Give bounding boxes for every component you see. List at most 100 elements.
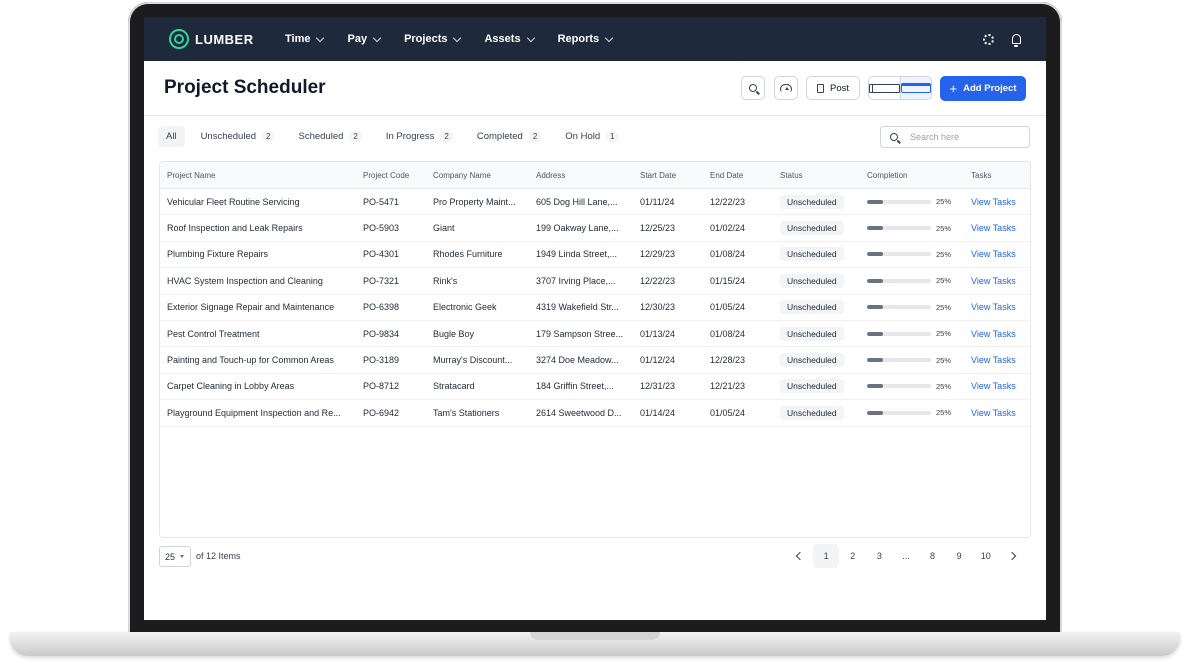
table-row[interactable]: Playground Equipment Inspection and Re..… (160, 399, 1030, 427)
project-code-cell: PO-9834 (356, 320, 426, 348)
next-page-button[interactable] (999, 544, 1025, 568)
column-header-end-date[interactable]: End Date (703, 162, 773, 189)
add-project-button[interactable]: + Add Project (940, 76, 1026, 101)
upload-button[interactable] (774, 76, 798, 100)
table-view-button[interactable] (869, 77, 900, 99)
table-row[interactable]: Painting and Touch-up for Common Areas PO… (160, 346, 1030, 374)
chevron-down-icon (526, 33, 535, 42)
project-name-cell: Roof Inspection and Leak Repairs (160, 214, 356, 242)
column-header-project-code[interactable]: Project Code (356, 162, 426, 189)
page-8-button[interactable]: 8 (920, 544, 946, 568)
table-row[interactable]: Pest Control Treatment PO-9834 Bugle Boy 17… (160, 320, 1030, 348)
status-filter-tabs: All Unscheduled 2 Scheduled 2 In Progress 2 Com… (158, 126, 635, 147)
completion-percent: 25% (936, 223, 952, 233)
nav-item-label: Reports (557, 33, 600, 45)
status-badge: Unscheduled (780, 247, 844, 262)
view-tasks-link[interactable]: View Tasks (971, 302, 1016, 312)
status-badge: Unscheduled (780, 326, 844, 341)
completion-cell: 25% (860, 294, 964, 321)
bell-icon[interactable] (1012, 34, 1021, 47)
project-code-cell: PO-5471 (356, 188, 426, 216)
completion-progress: 25% (867, 276, 964, 285)
gear-icon[interactable] (983, 33, 994, 45)
tasks-cell: View Tasks (964, 399, 1030, 427)
nav-item-assets[interactable]: Assets (484, 33, 535, 45)
completion-cell: 25% (860, 346, 964, 374)
search-button[interactable] (741, 76, 765, 100)
project-name-cell: HVAC System Inspection and Cleaning (160, 267, 356, 295)
view-tasks-link[interactable]: View Tasks (971, 197, 1016, 207)
tasks-cell: View Tasks (964, 214, 1030, 242)
column-header-start-date[interactable]: Start Date (633, 162, 703, 189)
completion-percent: 25% (936, 197, 952, 207)
nav-item-time[interactable]: Time (285, 33, 325, 45)
view-tasks-link[interactable]: View Tasks (971, 408, 1016, 418)
view-tasks-link[interactable]: View Tasks (971, 355, 1016, 365)
page-1-button[interactable]: 1 (813, 544, 840, 568)
pagination-ellipsis: ... (902, 551, 910, 561)
address-cell: 179 Sampson Stree... (529, 320, 633, 348)
table-row[interactable]: Vehicular Fleet Routine Servicing PO-5471… (160, 188, 1030, 216)
post-button[interactable]: Post (806, 76, 860, 100)
view-tasks-link[interactable]: View Tasks (971, 249, 1016, 259)
table-row[interactable]: Plumbing Fixture Repairs PO-4301 Rhodes Fu… (160, 241, 1030, 269)
progress-bar-fill (867, 199, 883, 204)
status-cell: Unscheduled (773, 399, 860, 427)
page-10-button[interactable]: 10 (973, 544, 999, 568)
column-header-completion[interactable]: Completion (860, 162, 964, 189)
column-header-address[interactable]: Address (529, 162, 633, 189)
page-header: Project Scheduler Post + Add Project (144, 61, 1046, 116)
status-cell: Unscheduled (773, 294, 860, 321)
end-date-cell: 12/21/23 (703, 373, 773, 401)
table-row[interactable]: Exterior Signage Repair and Maintenance P… (160, 294, 1030, 321)
company-name-cell: Electronic Geek (426, 294, 529, 321)
status-cell: Unscheduled (773, 346, 860, 374)
view-tasks-link[interactable]: View Tasks (971, 223, 1016, 233)
page-9-button[interactable]: 9 (946, 544, 972, 568)
table-row[interactable]: HVAC System Inspection and Cleaning PO-73… (160, 267, 1030, 295)
tab-all[interactable]: All (158, 126, 185, 147)
tab-unscheduled[interactable]: Unscheduled 2 (193, 126, 283, 147)
address-cell: 4319 Wakefield Str... (529, 294, 633, 321)
start-date-cell: 12/31/23 (633, 373, 703, 401)
column-header-tasks[interactable]: Tasks (964, 162, 1030, 189)
table-row[interactable]: Carpet Cleaning in Lobby Areas PO-8712 Str… (160, 373, 1030, 401)
tab-completed[interactable]: Completed 2 (469, 126, 549, 147)
laptop-base (10, 632, 1180, 656)
status-badge: Unscheduled (780, 379, 844, 394)
progress-bar-fill (867, 252, 883, 257)
project-name-cell: Vehicular Fleet Routine Servicing (160, 188, 356, 216)
plus-icon: + (949, 81, 958, 96)
tab-scheduled[interactable]: Scheduled 2 (290, 126, 369, 147)
view-tasks-link[interactable]: View Tasks (971, 329, 1016, 339)
start-date-cell: 01/13/24 (633, 320, 703, 348)
column-header-company-name[interactable]: Company Name (426, 162, 529, 189)
brand-name: LUMBER (195, 31, 254, 47)
previous-page-button[interactable] (787, 544, 813, 568)
tab-in-progress[interactable]: In Progress 2 (378, 126, 461, 147)
search-input[interactable] (908, 131, 1022, 143)
chevron-down-icon (372, 33, 382, 42)
completion-cell: 25% (860, 188, 964, 216)
column-header-project-name[interactable]: Project Name (160, 162, 356, 189)
completion-progress: 25% (867, 197, 964, 206)
page-size-select[interactable]: 25 (159, 546, 191, 567)
page-3-button[interactable]: 3 (866, 544, 892, 568)
status-cell: Unscheduled (773, 320, 860, 348)
table-row[interactable]: Roof Inspection and Leak Repairs PO-5903 G… (160, 214, 1030, 242)
completion-cell: 25% (860, 399, 964, 427)
company-name-cell: Stratacard (426, 373, 529, 401)
column-header-status[interactable]: Status (773, 162, 860, 189)
page-2-button[interactable]: 2 (840, 544, 866, 568)
nav-item-projects[interactable]: Projects (404, 33, 462, 45)
status-cell: Unscheduled (773, 241, 860, 269)
calendar-view-button[interactable] (899, 77, 931, 99)
view-tasks-link[interactable]: View Tasks (971, 276, 1016, 286)
view-tasks-link[interactable]: View Tasks (971, 381, 1016, 391)
start-date-cell: 01/12/24 (633, 346, 703, 374)
nav-item-reports[interactable]: Reports (557, 33, 614, 45)
brand-logo[interactable]: LUMBER (169, 29, 269, 49)
tab-on-hold[interactable]: On Hold 1 (557, 126, 626, 147)
nav-item-pay[interactable]: Pay (347, 33, 382, 45)
search-field[interactable] (880, 126, 1030, 148)
